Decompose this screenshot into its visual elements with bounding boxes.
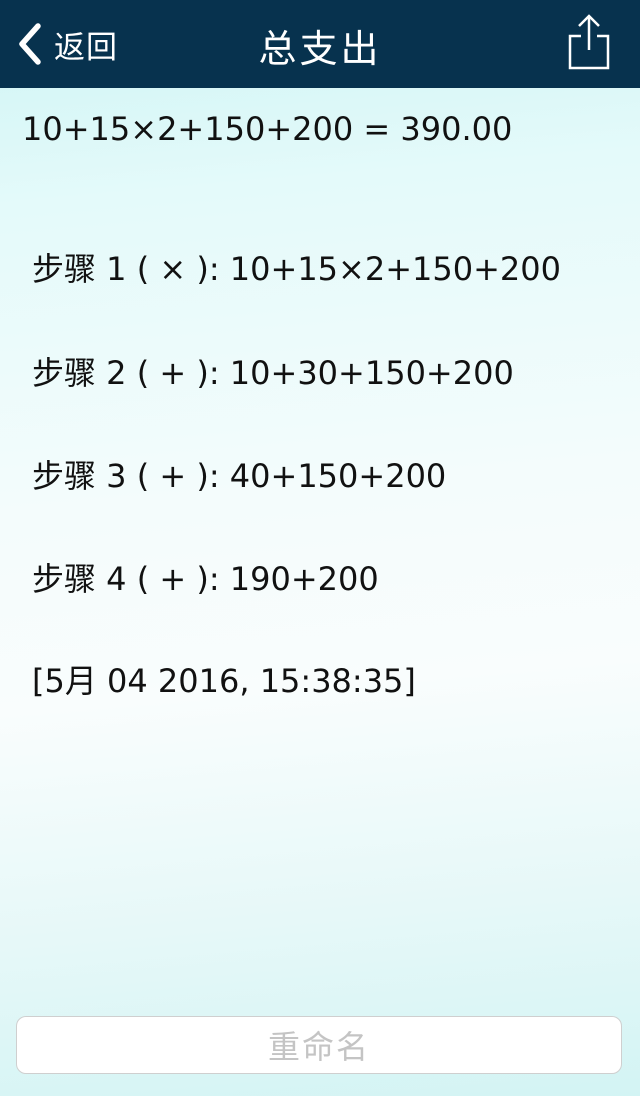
calculation-step: 步骤 4 ( + ): 190+200 (32, 560, 379, 598)
calculation-step: 步骤 2 ( + ): 10+30+150+200 (32, 354, 514, 392)
navigation-bar: 返回 总支出 (0, 0, 640, 88)
calculation-result: 10+15×2+150+200 = 390.00 (22, 110, 513, 148)
timestamp: [5月 04 2016, 15:38:35] (32, 662, 416, 700)
page-title: 总支出 (258, 27, 382, 71)
share-icon (568, 14, 610, 70)
calculation-step: 步骤 3 ( + ): 40+150+200 (32, 457, 447, 495)
calculation-step: 步骤 1 ( × ): 10+15×2+150+200 (32, 250, 561, 288)
share-button[interactable] (566, 12, 612, 72)
rename-button[interactable]: 重命名 (16, 1016, 622, 1074)
